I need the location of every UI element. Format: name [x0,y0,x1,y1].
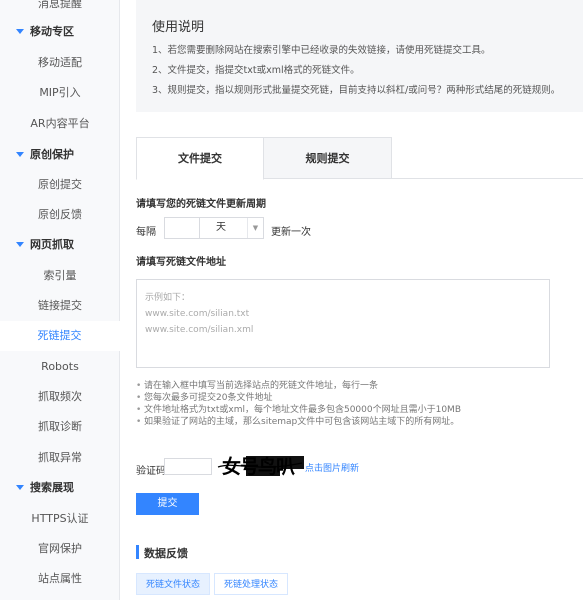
tip-item: 请在输入框中填写当前选择站点的死链文件地址，每行一条 [136,380,576,392]
sidebar-group-label: 原创保护 [30,148,74,161]
update-unit-value: 天 [216,222,226,233]
captcha-label: 验证码 [136,466,166,477]
caret-down-icon [16,28,24,34]
captcha-input[interactable] [164,458,212,475]
sidebar-group-label: 搜索展现 [30,481,74,494]
sidebar-group-search-display[interactable]: 搜索展现 [0,473,120,503]
tab-dead-link-process-status[interactable]: 死链处理状态 [214,573,289,595]
sidebar-item-label: 原创提交 [38,178,82,191]
captcha-refresh-link[interactable]: 点击图片刷新 [305,461,359,474]
sidebar-group-mobile[interactable]: 移动专区 [0,17,120,47]
sidebar-item-label: 站点属性 [38,572,82,585]
dropdown-arrow-icon: ▼ [247,218,263,238]
sidebar-item-site-properties[interactable]: 站点属性 [0,564,120,594]
sidebar-item-label: 抓取异常 [38,451,82,464]
placeholder-line: www.site.com/silian.xml [145,325,254,335]
sidebar-item-label: MIP引入 [39,86,81,99]
sidebar-group-crawling[interactable]: 网页抓取 [0,230,120,260]
sidebar-item-label: HTTPS认证 [31,512,89,525]
sidebar-item-crawl-frequency[interactable]: 抓取频次 [0,382,120,412]
sidebar-item-label: 消息提醒 [38,0,82,10]
tip-item: 如果验证了网站的主域，那么sitemap文件中可包含该网站主域下的所有网址。 [136,416,576,428]
update-once-label: 更新一次 [271,227,311,238]
submit-mode-tabs: 文件提交 规则提交 [136,137,583,180]
instructions-panel: 使用说明 1、若您需要删除网站在搜索引擎中已经收录的失效链接，请使用死链提交工具… [136,0,583,112]
sidebar-item-label: 死链提交 [37,329,82,342]
sidebar-item-mip[interactable]: MIP引入 [0,78,120,108]
file-url-title: 请填写死链文件地址 [136,257,226,268]
tip-item: 文件地址格式为txt或xml，每个地址文件最多包含50000个网址且需小于10M… [136,404,576,416]
placeholder-line: www.site.com/silian.txt [145,309,250,319]
instructions-line: 1、若您需要删除网站在搜索引擎中已经收录的失效链接，请使用死链提交工具。 [152,45,491,56]
sidebar-group-original-protection[interactable]: 原创保护 [0,140,120,170]
sidebar-item-dead-link-submit[interactable]: 死链提交 [0,321,120,351]
submit-button[interactable]: 提交 [136,493,199,515]
sidebar-item-label: 移动适配 [38,56,82,69]
caret-down-icon [16,151,24,157]
tab-rule-submit[interactable]: 规则提交 [264,137,392,179]
sidebar-item-https-cert[interactable]: HTTPS认证 [0,504,120,534]
sidebar-group-label: 移动专区 [30,25,74,38]
sidebar-item-label: 官网保护 [38,542,82,555]
sidebar-item-original-feedback[interactable]: 原创反馈 [0,200,120,230]
captcha-image[interactable]: 女号鸟叭 [216,453,304,478]
tab-dead-link-file-status[interactable]: 死链文件状态 [136,573,211,595]
sidebar-item-label: 抓取频次 [38,390,82,403]
sidebar-item-original-submit[interactable]: 原创提交 [0,170,120,200]
sidebar-item-label: 原创反馈 [38,208,82,221]
sidebar-item-label: 索引量 [43,269,77,282]
section-marker [136,545,139,559]
update-unit-select[interactable]: 天 ▼ [200,217,264,239]
sidebar-item-ar-platform[interactable]: AR内容平台 [0,109,120,139]
instructions-line: 2、文件提交，指提交txt或xml格式的死链文件。 [152,65,360,76]
sidebar-item-official-site-protection[interactable]: 官网保护 [0,534,120,564]
page-root: 消息提醒 移动专区 移动适配 MIP引入 AR内容平台 原创保护 原创提交 原创… [0,0,583,600]
caret-down-icon [16,484,24,490]
feedback-title: 数据反馈 [144,547,188,560]
caret-down-icon [16,241,24,247]
instructions-title: 使用说明 [152,20,205,35]
sidebar-item-crawl-diagnosis[interactable]: 抓取诊断 [0,412,120,442]
tab-file-submit[interactable]: 文件提交 [136,137,264,180]
placeholder-line: 示例如下： [145,293,191,303]
sidebar-item-index-count[interactable]: 索引量 [0,261,120,291]
dead-link-file-urls-textarea[interactable]: 示例如下： www.site.com/silian.txt www.site.c… [136,279,550,368]
tips-list: 请在输入框中填写当前选择站点的死链文件地址，每行一条 您每次最多可提交20条文件… [136,380,576,428]
sidebar-item-robots[interactable]: Robots [0,352,120,382]
update-interval-input[interactable] [164,217,200,239]
sidebar-group-label: 网页抓取 [30,238,74,251]
tip-item: 您每次最多可提交20条文件地址 [136,392,576,404]
sidebar-item-label: 抓取诊断 [38,420,82,433]
sidebar-item-mobile-adaptation[interactable]: 移动适配 [0,48,120,78]
sidebar-item-crawl-errors[interactable]: 抓取异常 [0,443,120,473]
every-label: 每隔 [136,227,156,238]
instructions-line: 3、规则提交，指以规则形式批量提交死链，目前支持以斜杠/或问号？两种形式结尾的死… [152,85,561,96]
captcha-svg: 女号鸟叭 [216,453,304,478]
update-period-title: 请填写您的死链文件更新周期 [136,199,266,210]
sidebar-item-label: Robots [41,360,79,373]
sidebar-item-label: AR内容平台 [30,117,90,130]
sidebar-item-label: 链接提交 [38,299,82,312]
sidebar: 消息提醒 移动专区 移动适配 MIP引入 AR内容平台 原创保护 原创提交 原创… [0,0,120,600]
sidebar-item-link-submit[interactable]: 链接提交 [0,291,120,321]
